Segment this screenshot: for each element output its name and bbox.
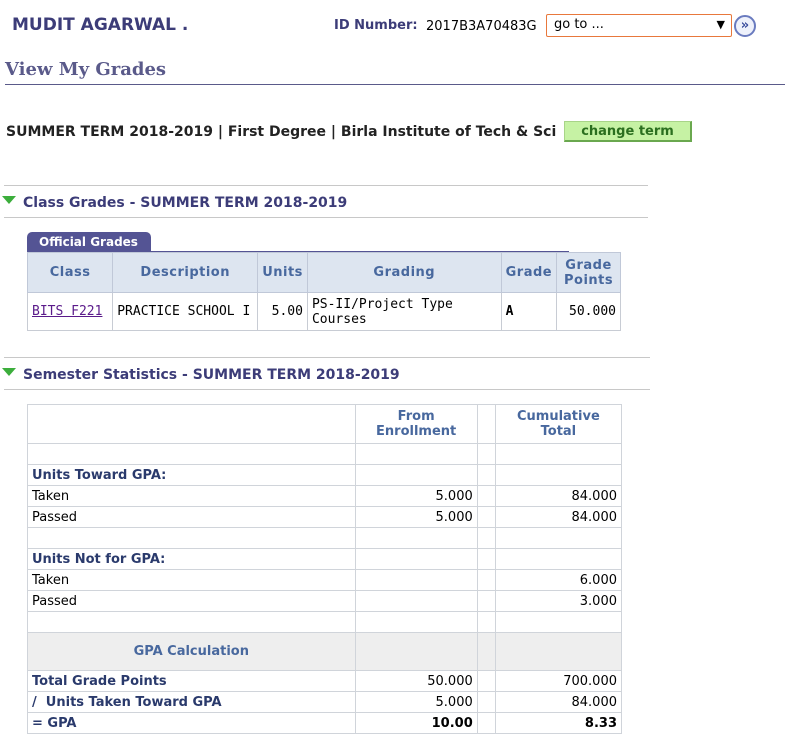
units-taken-gpa-cum: 84.000	[494, 691, 623, 713]
table-row: BITS F221 PRACTICE SCHOOL I 5.00 PS-II/P…	[26, 292, 621, 331]
semester-stats-title: Semester Statistics - SUMMER TERM 2018-2…	[23, 367, 400, 383]
nongpa-taken-enroll-value	[354, 569, 478, 591]
section-divider	[4, 357, 650, 358]
units-not-gpa-heading: Units Not for GPA:	[27, 548, 356, 570]
table-row: Units Toward GPA:	[27, 464, 623, 486]
table-row: = GPA 10.00 8.33	[27, 712, 623, 734]
class-description: PRACTICE SCHOOL I	[112, 292, 259, 331]
collapse-triangle-icon[interactable]	[2, 196, 16, 204]
chevron-down-icon: ▼	[716, 18, 725, 31]
units-toward-gpa-heading: Units Toward GPA:	[27, 464, 356, 486]
collapse-triangle-icon[interactable]	[2, 368, 16, 376]
class-link[interactable]: BITS F221	[32, 304, 102, 319]
class-units: 5.00	[257, 292, 308, 331]
section-divider	[4, 389, 650, 390]
stats-header-row: From Enrollment Cumulative Total	[27, 404, 623, 444]
table-row: Taken 6.000	[27, 569, 623, 591]
table-row: Units Not for GPA:	[27, 548, 623, 570]
table-row: Total Grade Points 50.000 700.000	[27, 670, 623, 692]
table-row: Taken 5.000 84.000	[27, 485, 623, 507]
passed-enroll-value: 5.000	[354, 506, 478, 528]
table-row: Passed 5.000 84.000	[27, 506, 623, 528]
taken-cum-value: 84.000	[494, 485, 623, 507]
nongpa-passed-cum-value: 3.000	[494, 590, 623, 612]
units-taken-gpa-label: / Units Taken Toward GPA	[27, 691, 356, 713]
class-grade: A	[500, 292, 558, 331]
class-grading: PS-II/Project Type Courses	[306, 292, 502, 331]
passed-cum-value: 84.000	[494, 506, 623, 528]
table-row: Passed 3.000	[27, 590, 623, 612]
taken-enroll-value: 5.000	[354, 485, 478, 507]
semester-stats-table: From Enrollment Cumulative Total Units T…	[27, 404, 623, 734]
column-header-grading: Grading	[306, 252, 502, 293]
column-header-units: Units	[257, 252, 308, 293]
class-grades-title: Class Grades - SUMMER TERM 2018-2019	[23, 195, 348, 211]
section-divider	[4, 217, 648, 218]
gpa-enroll-value: 10.00	[354, 712, 478, 734]
column-header-description: Description	[112, 252, 259, 293]
row-label: Taken	[27, 485, 356, 507]
goto-select-value: go to ...	[554, 17, 604, 32]
table-row	[27, 443, 623, 465]
total-grade-points-enroll: 50.000	[354, 670, 478, 692]
gpa-calculation-label: GPA Calculation	[27, 632, 356, 671]
total-grade-points-label: Total Grade Points	[27, 670, 356, 692]
row-label: Passed	[27, 506, 356, 528]
nongpa-passed-enroll-value	[354, 590, 478, 612]
table-header-row: Class Description Units Grading Grade Gr…	[26, 252, 621, 293]
total-grade-points-cum: 700.000	[494, 670, 623, 692]
gpa-calc-row: GPA Calculation	[27, 632, 623, 671]
column-header-class: Class	[26, 252, 114, 293]
class-grade-points: 50.000	[556, 292, 621, 331]
column-header-cumulative-total: Cumulative Total	[494, 404, 623, 444]
page-title: View My Grades	[5, 59, 167, 80]
term-description: SUMMER TERM 2018-2019 | First Degree | B…	[6, 124, 557, 140]
nongpa-taken-cum-value: 6.000	[494, 569, 623, 591]
section-divider	[4, 185, 648, 186]
row-label: Passed	[27, 590, 356, 612]
go-button[interactable]: »	[734, 15, 756, 37]
double-chevron-right-icon: »	[740, 18, 750, 33]
units-taken-gpa-enroll: 5.000	[354, 691, 478, 713]
column-header-grade-points: Grade Points	[556, 252, 621, 293]
row-label: Taken	[27, 569, 356, 591]
change-term-button[interactable]: change term	[564, 121, 692, 142]
gpa-label: = GPA	[27, 712, 356, 734]
id-number-label: ID Number:	[334, 18, 418, 33]
gpa-cum-value: 8.33	[494, 712, 623, 734]
table-row	[27, 527, 623, 549]
id-number-value: 2017B3A70483G	[426, 19, 537, 34]
student-name: MUDIT AGARWAL .	[12, 15, 189, 35]
tab-official-grades[interactable]: Official Grades	[27, 232, 151, 252]
column-header-grade: Grade	[500, 252, 558, 293]
class-grades-table: Class Description Units Grading Grade Gr…	[26, 252, 621, 331]
title-divider	[5, 84, 785, 85]
column-header-from-enrollment: From Enrollment	[354, 404, 478, 444]
table-row	[27, 611, 623, 633]
table-row: / Units Taken Toward GPA 5.000 84.000	[27, 691, 623, 713]
goto-select[interactable]: go to ... ▼	[546, 14, 732, 37]
